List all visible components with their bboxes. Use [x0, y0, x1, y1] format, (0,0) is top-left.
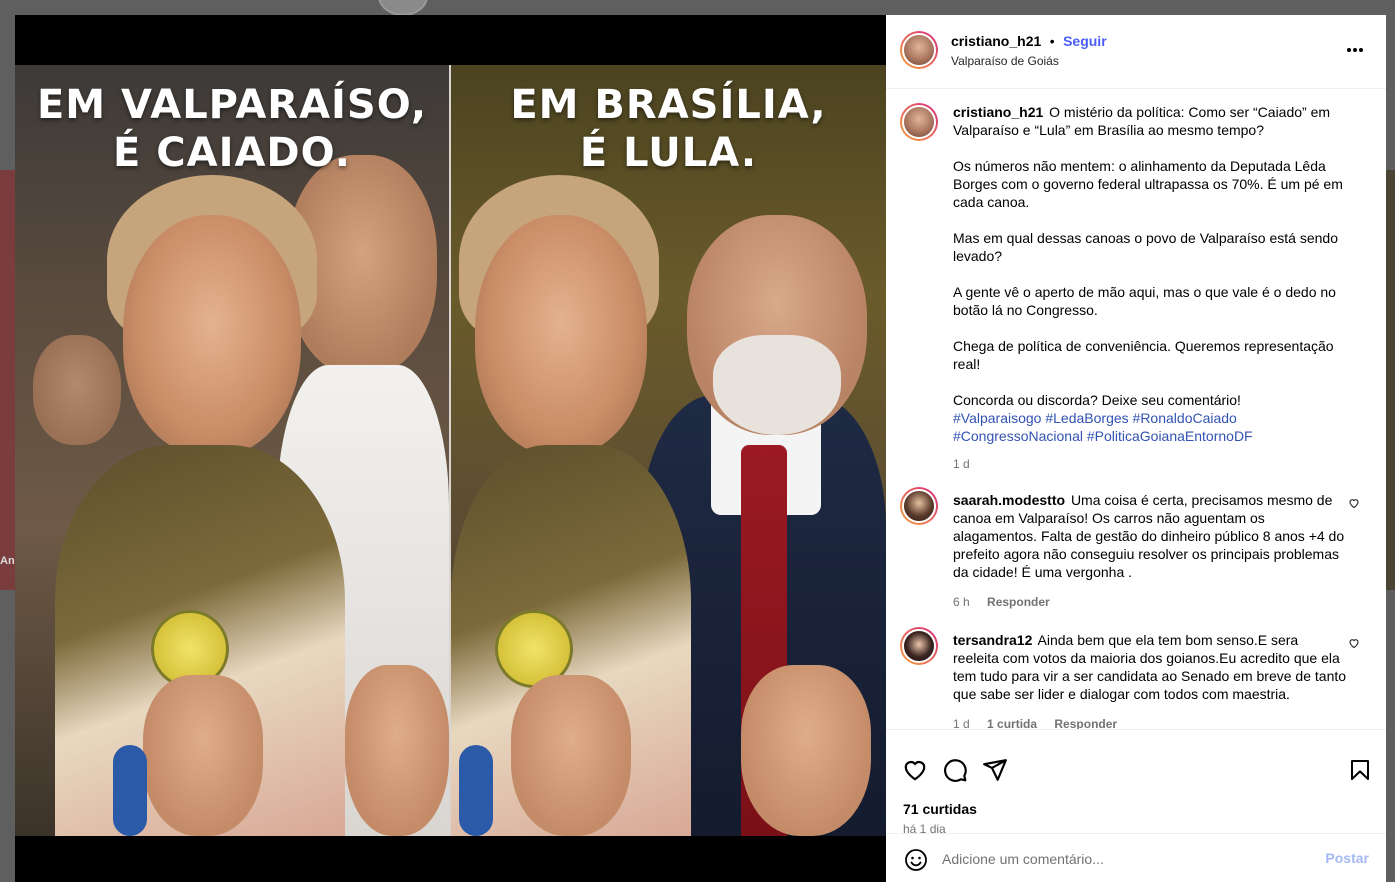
- caption-text-4: A gente vê o aperto de mão aqui, mas o q…: [953, 284, 1336, 318]
- post-actions: 71 curtidas há 1 dia: [886, 729, 1386, 836]
- commenter-avatar[interactable]: [900, 487, 938, 525]
- separator-dot: •: [1049, 33, 1055, 49]
- post-media[interactable]: EM VALPARAÍSO, É CAIADO. EM BRASÍLIA, É …: [15, 15, 886, 882]
- background-avatar: [378, 0, 428, 16]
- thumbs-up-hand-man: [741, 665, 871, 836]
- bracelet: [459, 745, 493, 836]
- man-beard: [713, 335, 841, 435]
- thumbs-up-hand: [511, 675, 631, 836]
- comment-age: 1 d: [953, 717, 970, 729]
- thumbs-up-hand-man: [345, 665, 449, 836]
- likes-count[interactable]: 71 curtidas: [903, 801, 977, 817]
- caption-left-line1: EM VALPARAÍSO,: [36, 82, 428, 128]
- more-horizontal-icon[interactable]: [1346, 42, 1364, 53]
- media-panel-right: EM BRASÍLIA, É LULA.: [451, 65, 886, 836]
- caption-right-line2: É LULA.: [579, 130, 758, 176]
- comment-input[interactable]: [942, 846, 1312, 872]
- thumbs-up-hand: [143, 675, 263, 836]
- commenter-avatar[interactable]: [900, 627, 938, 665]
- comment-meta: 1 d 1 curtida Responder: [953, 715, 1348, 729]
- author-avatar[interactable]: [900, 31, 938, 69]
- header-text: cristiano_h21 • Seguir Valparaíso de Goi…: [951, 33, 1107, 68]
- caption-text-3: Mas em qual dessas canoas o povo de Valp…: [953, 230, 1338, 264]
- caption-left-line2: É CAIADO.: [113, 130, 351, 176]
- caption-age: 1 d: [953, 457, 970, 471]
- heart-icon[interactable]: [902, 757, 928, 788]
- share-icon[interactable]: [982, 757, 1008, 788]
- hashtags-line-2[interactable]: #CongressoNacional #PoliticaGoianaEntorn…: [953, 427, 1348, 445]
- background-post-left: [0, 170, 15, 590]
- post-button[interactable]: Postar: [1325, 850, 1369, 866]
- post-header: cristiano_h21 • Seguir Valparaíso de Goi…: [886, 15, 1386, 89]
- bookmark-icon[interactable]: [1348, 757, 1372, 788]
- reply-button[interactable]: Responder: [987, 595, 1050, 609]
- reply-button[interactable]: Responder: [1054, 717, 1117, 729]
- comments-scroll[interactable]: cristiano_h21 O mistério da política: Co…: [886, 89, 1386, 729]
- caption-username[interactable]: cristiano_h21: [953, 104, 1043, 120]
- comment-like-heart-icon[interactable]: [1348, 497, 1360, 512]
- caption-body: cristiano_h21 O mistério da política: Co…: [953, 103, 1348, 473]
- background-label: An: [0, 555, 15, 567]
- background-person: [33, 335, 121, 445]
- comment-meta: 6 h Responder: [953, 593, 1348, 611]
- caption-text-2: Os números não mentem: o alinhamento da …: [953, 158, 1343, 210]
- comment-like-heart-icon[interactable]: [1348, 637, 1360, 652]
- caption-right-line1: EM BRASÍLIA,: [510, 82, 827, 128]
- post-sidebar: cristiano_h21 • Seguir Valparaíso de Goi…: [886, 15, 1386, 882]
- caption-text-6: Concorda ou discorda? Deixe seu comentár…: [953, 392, 1241, 408]
- hashtags-line-1[interactable]: #Valparaisogo #LedaBorges #RonaldoCaiado: [953, 409, 1348, 427]
- caption-meta: 1 d: [953, 455, 1348, 473]
- comment-username[interactable]: tersandra12: [953, 632, 1032, 648]
- caption-left: EM VALPARAÍSO, É CAIADO.: [15, 81, 449, 177]
- location-link[interactable]: Valparaíso de Goiás: [951, 54, 1107, 68]
- woman-face: [475, 215, 647, 455]
- comment-age: 6 h: [953, 595, 970, 609]
- media-panel-left: EM VALPARAÍSO, É CAIADO.: [15, 65, 449, 836]
- comment-icon[interactable]: [942, 757, 968, 788]
- caption-text-5: Chega de política de conveniência. Quere…: [953, 338, 1334, 372]
- comment-composer: Postar: [886, 833, 1386, 882]
- follow-button[interactable]: Seguir: [1063, 33, 1107, 49]
- author-username[interactable]: cristiano_h21: [951, 33, 1041, 49]
- woman-face: [123, 215, 301, 455]
- comment-username[interactable]: saarah.modestto: [953, 492, 1065, 508]
- comment-body: saarah.modestto Uma coisa é certa, preci…: [953, 491, 1348, 611]
- caption-avatar[interactable]: [900, 103, 938, 141]
- background-post-right: [1385, 170, 1395, 590]
- comment-likes[interactable]: 1 curtida: [987, 717, 1037, 729]
- comment-body: tersandra12 Ainda bem que ela tem bom se…: [953, 631, 1348, 729]
- emoji-icon[interactable]: [904, 848, 928, 877]
- bracelet: [113, 745, 147, 836]
- caption-right: EM BRASÍLIA, É LULA.: [451, 81, 886, 177]
